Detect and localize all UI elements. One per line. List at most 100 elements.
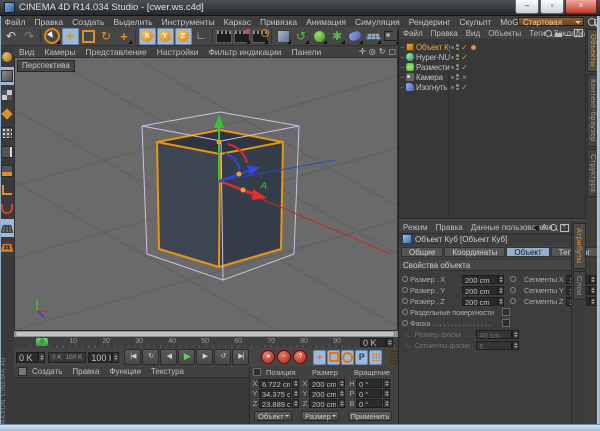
stepper[interactable] (498, 297, 504, 306)
next-frame-button[interactable]: ▶ (196, 349, 213, 365)
enabled-toggle[interactable]: × (461, 73, 469, 82)
stepper[interactable] (498, 275, 504, 284)
visibility-dots[interactable] (456, 64, 459, 70)
render-view-button[interactable] (216, 28, 233, 45)
points-mode-button[interactable] (0, 124, 14, 142)
size-field[interactable]: 200 cm (462, 297, 498, 306)
maximize-button[interactable]: ▫ (540, 0, 564, 14)
material-menu-item[interactable]: Создать (27, 367, 67, 376)
snap-grid-button[interactable] (0, 238, 14, 256)
timeline-end-field[interactable]: 0 K (360, 338, 386, 347)
rotate-button[interactable]: ↻ (98, 28, 115, 45)
collapse-icon[interactable] (565, 35, 571, 37)
move-button[interactable]: + (62, 28, 79, 45)
previous-frame-button[interactable]: ◀ (160, 349, 177, 365)
phong-tag-icon[interactable] (471, 45, 476, 50)
minimize-button[interactable]: – (515, 0, 539, 14)
record-keyframe-button[interactable]: ● (261, 350, 275, 364)
object-manager-menu-item[interactable]: Правка (427, 29, 462, 38)
live-selection-button[interactable] (44, 28, 61, 45)
layer-dot[interactable] (451, 46, 454, 49)
checkbox[interactable] (502, 319, 510, 327)
end-frame-field[interactable]: 100 K (88, 352, 112, 363)
make-editable-button[interactable] (0, 48, 14, 66)
object-name[interactable]: Hyper-NURBS (416, 53, 450, 62)
key-rotation-button[interactable] (341, 350, 354, 365)
viewport-menu-item[interactable]: Панели (287, 47, 327, 57)
title-bar[interactable]: CINEMA 4D R14.034 Studio - [cwer.ws.c4d] (0, 0, 600, 16)
view-control-icon[interactable]: ✛ (359, 47, 366, 56)
attribute-tab[interactable]: Объект (506, 247, 549, 257)
frame-range-slider[interactable]: 0 K 100 K (48, 352, 86, 363)
layer-dot[interactable] (451, 66, 454, 69)
layer-dot[interactable] (451, 76, 454, 79)
size-field[interactable]: 200 cm (309, 389, 337, 398)
rotation-field[interactable]: 0 ° (356, 399, 382, 408)
attribute-tab[interactable]: Координаты (444, 247, 505, 257)
stepper[interactable] (590, 286, 596, 295)
attribute-menu-item[interactable]: Правка (432, 223, 467, 232)
menu-item[interactable]: Рендеринг (404, 17, 455, 27)
panel-tab[interactable]: Слои (573, 271, 586, 300)
render-settings-button[interactable] (252, 28, 269, 45)
material-menu-item[interactable]: Функции (104, 367, 146, 376)
new-panel-icon[interactable] (574, 29, 583, 37)
font-icon[interactable]: A (542, 223, 547, 232)
size-field[interactable]: 200 cm (462, 275, 498, 284)
size-mode-dropdown[interactable]: Размер (301, 411, 339, 421)
playhead[interactable]: 0 (36, 338, 48, 346)
stepper[interactable] (498, 286, 504, 295)
lock-z-axis-button[interactable]: Z (175, 28, 192, 45)
viewport-menu-item[interactable]: Настройки (152, 47, 204, 57)
add-camera-button[interactable] (383, 28, 400, 45)
loop-button[interactable]: ↺ (214, 349, 231, 365)
menu-item[interactable]: Анимация (302, 17, 351, 27)
stepper[interactable] (590, 275, 596, 284)
layer-dot[interactable] (451, 86, 454, 89)
enabled-toggle[interactable]: ✓ (461, 43, 469, 52)
redo-button[interactable]: ↷ (21, 28, 38, 45)
key-position-button[interactable]: + (313, 350, 326, 365)
size-field[interactable]: 200 cm (462, 286, 498, 295)
object-row[interactable]: – Объект Куб ✓ (399, 42, 586, 52)
object-row[interactable]: – Изогнуть ✓ (399, 82, 586, 92)
workplane-mode-button[interactable] (0, 105, 14, 123)
polygons-mode-button[interactable] (0, 162, 14, 180)
enabled-toggle[interactable]: ✓ (461, 53, 469, 62)
undo-button[interactable]: ↶ (3, 28, 20, 45)
search-icon[interactable] (588, 18, 596, 26)
add-deformer-button[interactable] (347, 28, 364, 45)
menu-item[interactable]: Правка (30, 17, 68, 27)
material-menu-item[interactable]: Текстура (146, 367, 189, 376)
menu-item[interactable]: Симуляция (351, 17, 405, 27)
object-row[interactable]: – Камера × (399, 72, 586, 82)
menu-item[interactable]: Инструменты (157, 17, 219, 27)
search-icon[interactable] (545, 30, 552, 37)
checkbox[interactable] (502, 308, 510, 316)
coords-checkbox[interactable] (253, 368, 261, 376)
enabled-toggle[interactable]: ✓ (461, 63, 469, 72)
keyframe-selection-button[interactable]: ? (293, 350, 307, 364)
workplane-lock-button[interactable] (0, 219, 14, 237)
goto-start-button[interactable]: |◀ (124, 349, 141, 365)
rotation-field[interactable]: 0 ° (356, 389, 382, 398)
add-floor-button[interactable] (365, 28, 382, 45)
enabled-toggle[interactable]: ✓ (461, 83, 469, 92)
axis-mode-button[interactable] (0, 181, 14, 199)
viewport-label[interactable]: Перспектива (17, 60, 75, 72)
play-button[interactable]: ▶ (178, 349, 195, 365)
object-manager-menu-item[interactable]: Объекты (484, 29, 525, 38)
object-name[interactable]: Изогнуть (416, 83, 447, 92)
apply-button[interactable]: Применить (348, 411, 392, 421)
menu-item[interactable]: Каркас (219, 17, 255, 27)
search-icon[interactable] (550, 224, 557, 231)
menu-item[interactable]: Выделить (109, 17, 157, 27)
viewport-menu-item[interactable]: Фильтр индикации (203, 47, 286, 57)
home-icon[interactable] (555, 33, 562, 37)
key-scale-button[interactable] (327, 350, 340, 365)
key-pla-button[interactable] (369, 350, 382, 365)
object-row[interactable]: – Hyper-NURBS ✓ (399, 52, 586, 62)
attribute-tab[interactable]: Общие (401, 247, 443, 257)
object-manager-menu-item[interactable]: Вид (462, 29, 484, 38)
object-row[interactable]: – Разместить ✓ (399, 62, 586, 72)
